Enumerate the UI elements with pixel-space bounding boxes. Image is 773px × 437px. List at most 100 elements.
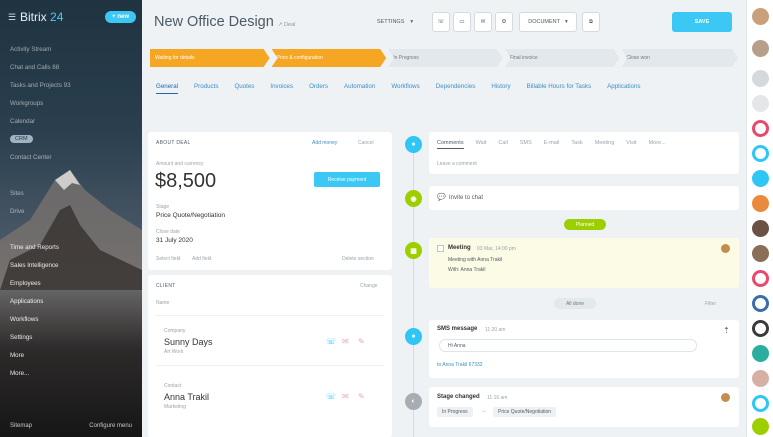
phone-icon[interactable]: ☏	[326, 337, 336, 346]
sidebar-item[interactable]: Time and Reports	[10, 238, 135, 256]
sidebar-item[interactable]: CRM	[10, 130, 135, 148]
sidebar-item[interactable]: Workflows	[10, 310, 135, 328]
page-title-sub[interactable]: ↗ Deal	[278, 22, 295, 28]
company-name[interactable]: Sunny Days	[164, 337, 213, 347]
filter-link[interactable]: Filter	[705, 301, 716, 307]
tab-general[interactable]: General	[156, 80, 179, 94]
timeline-tab[interactable]: More...	[649, 140, 666, 149]
timeline-tab[interactable]: Comments	[437, 140, 464, 149]
timeline-tab[interactable]: E-mail	[544, 140, 560, 149]
tab-invoices[interactable]: Invoices	[270, 80, 293, 94]
stage-value[interactable]: Price Quote/Negotiation	[156, 212, 225, 219]
timeline-tab[interactable]: Visit	[626, 140, 636, 149]
tab-history[interactable]: History	[491, 80, 510, 94]
avatar[interactable]	[752, 395, 769, 412]
avatar[interactable]	[752, 220, 769, 237]
change-link[interactable]: Change	[360, 283, 378, 289]
avatar[interactable]	[752, 195, 769, 212]
close-date-value[interactable]: 31 July 2020	[156, 237, 193, 244]
sidebar-item[interactable]: Applications	[10, 292, 135, 310]
avatar[interactable]	[752, 418, 769, 435]
timeline-tab[interactable]: Wait	[476, 140, 487, 149]
sidebar-item[interactable]: Settings	[10, 328, 135, 346]
sidebar-item[interactable]: Drive	[10, 202, 135, 220]
pipeline-stage[interactable]: Waiting for details	[150, 49, 270, 67]
notifications-icon[interactable]	[752, 120, 769, 137]
document-dropdown[interactable]: DOCUMENT ▾	[519, 12, 577, 32]
pipeline-stage[interactable]: Close won	[621, 49, 738, 67]
timeline-tab[interactable]: Meeting	[595, 140, 615, 149]
cancel-link[interactable]: Cancel	[358, 140, 374, 146]
timeline-tab[interactable]: Call	[498, 140, 507, 149]
tab-products[interactable]: Products	[194, 80, 218, 94]
avatar[interactable]	[752, 320, 769, 337]
sidebar-item[interactable]: Sales Intelligence	[10, 256, 135, 274]
chat-icon[interactable]	[752, 145, 769, 162]
sidebar-item[interactable]: Contact Center	[10, 148, 135, 166]
sidebar-item[interactable]: Employees	[10, 274, 135, 292]
deal-amount[interactable]: $8,500	[155, 170, 216, 193]
phone-icon[interactable]: ☏	[432, 12, 450, 32]
phone-icon[interactable]: ☏	[326, 392, 336, 401]
chat-icon[interactable]: ▭	[453, 12, 471, 32]
sidebar-item[interactable]: Calendar	[10, 112, 135, 130]
tab-applications[interactable]: Applications	[607, 80, 640, 94]
tab-billable-hours-for-tasks[interactable]: Billable Hours for Tasks	[527, 80, 592, 94]
app-logo[interactable]: Bitrix 24	[20, 10, 63, 24]
avatar[interactable]	[752, 270, 769, 287]
tab-quotes[interactable]: Quotes	[234, 80, 254, 94]
avatar[interactable]	[752, 370, 769, 387]
sidebar-item[interactable]: Chat and Calls 88	[10, 58, 135, 76]
configure-menu-link[interactable]: Configure menu	[89, 423, 132, 429]
gear-icon[interactable]: ⚙	[495, 12, 513, 32]
mail-icon[interactable]: ✉	[342, 392, 349, 401]
sitemap-link[interactable]: Sitemap	[10, 423, 32, 429]
avatar[interactable]	[752, 345, 769, 362]
tab-dependencies[interactable]: Dependencies	[436, 80, 476, 94]
sidebar-item[interactable]: Sites	[10, 184, 135, 202]
sidebar-item[interactable]: Tasks and Projects 93	[10, 76, 135, 94]
avatar[interactable]	[752, 170, 769, 187]
meeting-card[interactable]: Meeting 03 Mar, 14:00 pm Meeting with An…	[429, 238, 739, 288]
avatar[interactable]	[752, 40, 769, 57]
pipeline-stage[interactable]: In Progress	[388, 49, 503, 67]
avatar[interactable]	[752, 8, 769, 25]
timeline-tab[interactable]: SMS	[520, 140, 532, 149]
tab-automation[interactable]: Automation	[344, 80, 375, 94]
add-money-link[interactable]: Add money	[312, 140, 337, 146]
sidebar-item[interactable]	[10, 166, 135, 184]
comment-input[interactable]: Leave a comment	[437, 161, 477, 167]
delete-section-link[interactable]: Delete section	[342, 256, 374, 262]
pipeline-stage[interactable]: Final invoice	[505, 49, 620, 67]
add-field-link[interactable]: Add field	[192, 256, 211, 262]
avatar[interactable]	[752, 70, 769, 87]
sms-recipient[interactable]: to Anna Trakil 67332	[437, 362, 483, 368]
chat-icon[interactable]: ✎	[358, 392, 365, 401]
page-title[interactable]: New Office Design	[154, 14, 274, 30]
timeline-tab[interactable]: Task	[571, 140, 582, 149]
mail-icon[interactable]: ✉	[474, 12, 492, 32]
new-button[interactable]: + new	[105, 11, 136, 23]
sidebar-item[interactable]: More...	[10, 364, 135, 382]
receive-payment-button[interactable]: Receive payment	[314, 172, 380, 187]
sidebar-item[interactable]: Workgroups	[10, 94, 135, 112]
avatar[interactable]	[752, 245, 769, 262]
sidebar-item[interactable]	[10, 220, 135, 238]
tab-workflows[interactable]: Workflows	[391, 80, 419, 94]
hamburger-menu-icon[interactable]: ☰	[8, 12, 17, 23]
contact-name[interactable]: Anna Trakil	[164, 392, 209, 402]
settings-dropdown[interactable]: SETTINGS ▾	[364, 12, 426, 32]
select-field-link[interactable]: Select field	[156, 256, 180, 262]
invite-to-chat-link[interactable]: Invite to chat	[449, 195, 483, 201]
sidebar-item[interactable]: Activity Stream	[10, 40, 135, 58]
copy-icon[interactable]: ⧉	[582, 12, 600, 32]
chat-icon[interactable]: ✎	[358, 337, 365, 346]
pipeline-stage[interactable]: Price & configuration	[272, 49, 387, 67]
sidebar-item[interactable]: More	[10, 346, 135, 364]
search-icon[interactable]	[752, 95, 769, 112]
avatar[interactable]	[752, 295, 769, 312]
tab-orders[interactable]: Orders	[309, 80, 328, 94]
mail-icon[interactable]: ✉	[342, 337, 349, 346]
pin-icon[interactable]: ⇡	[723, 326, 730, 335]
meeting-checkbox[interactable]	[437, 245, 444, 252]
